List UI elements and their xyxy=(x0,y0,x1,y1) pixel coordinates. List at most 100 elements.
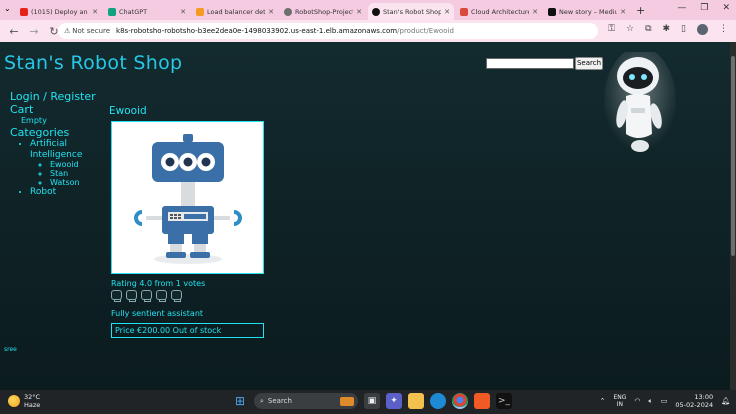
menu-icon[interactable]: ⋮ xyxy=(719,24,728,35)
extensions-puzzle-icon[interactable]: ✱ xyxy=(663,24,671,35)
ewooid-robot-illustration xyxy=(134,134,242,264)
close-icon[interactable]: ✕ xyxy=(356,8,362,16)
chevron-up-icon[interactable]: ⌃ xyxy=(600,397,606,405)
rating-star-4[interactable] xyxy=(156,290,167,302)
product-image xyxy=(111,121,264,274)
cart-heading[interactable]: Cart xyxy=(10,103,106,116)
new-tab-icon[interactable]: + xyxy=(636,4,645,17)
clock-time: 13:00 xyxy=(694,393,714,401)
chrome-icon[interactable] xyxy=(452,393,468,409)
wifi-icon[interactable]: ◠ xyxy=(634,397,640,405)
url-path: /product/Ewooid xyxy=(397,27,454,35)
language-code: ENG xyxy=(613,394,627,401)
browser-tab-bar: ⌄ (1015) Deploy an EKS ✕ ChatGPT ✕ Load … xyxy=(0,0,736,20)
restore-icon[interactable]: ❐ xyxy=(700,3,708,13)
back-icon[interactable]: ← xyxy=(8,25,20,38)
sidepanel-icon[interactable]: ▯ xyxy=(681,24,686,35)
tab-title: (1015) Deploy an EKS xyxy=(31,7,89,16)
category-artificial-intelligence[interactable]: Artificial Intelligence xyxy=(30,139,82,160)
tab-cloud-architecture[interactable]: Cloud Architecture ✕ xyxy=(456,3,542,20)
task-view-icon[interactable]: ▣ xyxy=(364,393,380,409)
close-icon[interactable]: ✕ xyxy=(444,8,450,16)
tab-search-icon[interactable]: ⌄ xyxy=(4,4,11,13)
search-input[interactable] xyxy=(486,58,574,69)
not-secure-indicator[interactable]: ⚠ Not secure xyxy=(64,27,110,35)
notification-icon[interactable]: 🔔︎ xyxy=(721,397,730,405)
product-link-ewooid[interactable]: Ewooid xyxy=(50,160,106,169)
url-host: k8s-robotsho-robotsho-b3ee2dea0e-1498033… xyxy=(116,27,398,35)
category-item: Artificial Intelligence Ewooid Stan Wats… xyxy=(30,139,106,187)
chatgpt-icon xyxy=(108,7,116,16)
weather-haze-icon xyxy=(8,395,20,407)
robot-mascot-image xyxy=(604,52,676,157)
tab-youtube[interactable]: (1015) Deploy an EKS ✕ xyxy=(16,3,102,20)
rating-star-5[interactable] xyxy=(171,290,182,302)
weather-temp: 32°C xyxy=(24,393,41,401)
region-code: IN xyxy=(616,401,624,408)
login-register-link[interactable]: Login / Register xyxy=(10,90,106,103)
tab-title: Load balancer details xyxy=(207,7,266,16)
rating-star-3[interactable] xyxy=(141,290,152,302)
product-link-stan[interactable]: Stan xyxy=(50,169,106,178)
search-icon: ⌕ xyxy=(260,396,264,405)
taskbar-search[interactable]: ⌕ Search xyxy=(254,393,358,409)
github-icon xyxy=(284,7,292,16)
scrollbar-thumb[interactable] xyxy=(731,56,735,256)
extension-icon[interactable]: ⧉ xyxy=(645,24,651,35)
rating-star-1[interactable] xyxy=(111,290,122,302)
rating-star-2[interactable] xyxy=(126,290,137,302)
edge-icon[interactable] xyxy=(430,393,446,409)
search-button[interactable]: Search xyxy=(575,57,603,70)
close-window-icon[interactable]: ✕ xyxy=(722,3,730,13)
not-secure-label: Not secure xyxy=(72,27,111,35)
footer-link[interactable]: sree xyxy=(4,346,17,353)
address-bar: ← → ↻ ⚠ Not secure k8s-robotsho-robotsho… xyxy=(0,20,736,42)
close-icon[interactable]: ✕ xyxy=(180,8,186,16)
key-icon[interactable]: ⚿ xyxy=(608,24,615,35)
language-indicator[interactable]: ENG IN xyxy=(613,394,626,408)
category-list: Artificial Intelligence Ewooid Stan Wats… xyxy=(30,139,106,198)
tab-stans-robot-shop[interactable]: Stan's Robot Shop ✕ xyxy=(368,3,454,20)
teams-icon[interactable]: ✦ xyxy=(386,393,402,409)
close-icon[interactable]: ✕ xyxy=(532,8,538,16)
close-icon[interactable]: ✕ xyxy=(620,8,626,16)
profile-avatar[interactable] xyxy=(697,24,708,35)
warning-icon: ⚠ xyxy=(64,27,71,35)
tab-title: ChatGPT xyxy=(119,7,148,16)
tab-chatgpt[interactable]: ChatGPT ✕ xyxy=(104,3,190,20)
product-link-watson[interactable]: Watson xyxy=(50,178,106,187)
forward-icon[interactable]: → xyxy=(28,25,40,38)
category-robot[interactable]: Robot xyxy=(30,187,106,198)
close-icon[interactable]: ✕ xyxy=(92,8,98,16)
tab-title: New story – Medium xyxy=(559,7,618,16)
tab-medium[interactable]: New story – Medium ✕ xyxy=(544,3,630,20)
taskbar: 32°C Haze ⊞ ⌕ Search ▣ ✦ >_ ⌃ ENG IN ◠ 🔈… xyxy=(0,390,736,414)
categories-heading: Categories xyxy=(10,126,70,139)
clock[interactable]: 13:00 05-02-2024 xyxy=(675,393,713,409)
tab-load-balancer[interactable]: Load balancer details ✕ xyxy=(192,3,278,20)
battery-icon[interactable]: ▭ xyxy=(661,397,668,405)
close-icon[interactable]: ✕ xyxy=(268,8,274,16)
terminal-icon[interactable]: >_ xyxy=(496,393,512,409)
product-description: Fully sentient assistant xyxy=(111,309,204,318)
tab-robotshop-project[interactable]: RobotShop-Project ✕ xyxy=(280,3,366,20)
volume-icon[interactable]: 🔈︎ xyxy=(649,397,653,406)
star-icon[interactable]: ☆ xyxy=(626,24,634,35)
file-explorer-icon[interactable] xyxy=(408,393,424,409)
minimize-icon[interactable]: — xyxy=(677,3,686,13)
aws-icon xyxy=(196,7,204,16)
search-highlight-icon xyxy=(340,396,354,406)
weather-widget[interactable]: 32°C Haze xyxy=(8,393,40,409)
windows-start-icon[interactable]: ⊞ xyxy=(232,393,248,409)
price-stock-status: Price €200.00 Out of stock xyxy=(111,323,264,338)
brave-icon[interactable] xyxy=(474,393,490,409)
robot-shop-icon xyxy=(372,7,380,16)
subcategory-list: Ewooid Stan Watson xyxy=(50,160,106,187)
scrollbar[interactable] xyxy=(730,42,736,390)
toolbar-icons: ⚿ ☆ ⧉ ✱ ▯ ⋮ xyxy=(608,24,728,35)
cart-status: Empty xyxy=(21,116,47,125)
medium-icon xyxy=(548,7,556,16)
tab-title: Cloud Architecture xyxy=(471,7,530,16)
url-field[interactable]: ⚠ Not secure k8s-robotsho-robotsho-b3ee2… xyxy=(58,23,598,39)
clock-date: 05-02-2024 xyxy=(675,401,714,409)
